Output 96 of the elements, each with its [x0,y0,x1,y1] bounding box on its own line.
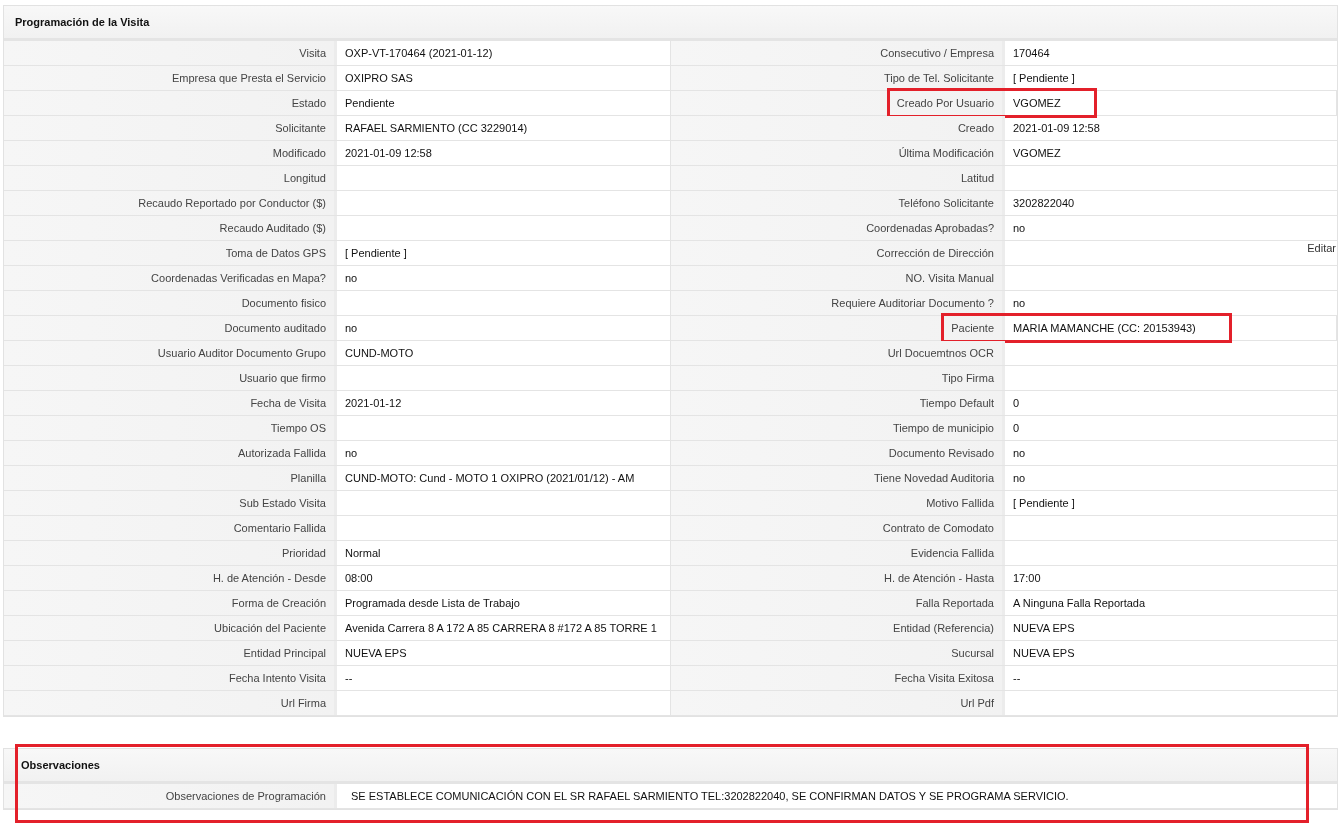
field-value: no [1013,297,1026,309]
field-value: no [345,322,358,334]
field-value: NUEVA EPS [1013,647,1075,659]
field-label: Entidad (Referencia) [893,622,994,634]
field-label: Tipo de Tel. Solicitante [883,72,994,84]
field-label: Fecha Intento Visita [228,672,326,684]
field-value: no [1013,222,1026,234]
field-label: Tipo Firma [941,372,994,384]
field-label: Empresa que Presta el Servicio [171,72,326,84]
field-label: H. de Atención - Desde [212,572,326,584]
field-value: CUND-MOTO: Cund - MOTO 1 OXIPRO (2021/01/12) - AM [345,472,635,484]
panel-title: Observaciones [21,759,100,771]
field-label: Comentario Fallida [233,522,326,534]
field-label: Planilla [290,472,326,484]
field-value: MARIA MAMANCHE (CC: 20153943) [1013,322,1196,334]
field-label: Tiempo OS [270,422,326,434]
field-value: Avenida Carrera 8 A 172 A 85 CARRERA 8 #172 A 85 TORRE 1 [345,622,657,634]
field-label: Creado [957,122,994,134]
field-label: Requiere Auditoriar Documento ? [831,297,994,309]
field-value: OXP-VT-170464 (2021-01-12) [345,47,493,59]
field-label: Tiempo Default [919,397,994,409]
panel-title: Programación de la Visita [15,16,150,28]
field-value: no [345,272,358,284]
field-value: no [1013,472,1026,484]
field-value: 170464 [1013,47,1050,59]
field-label: Última Modificación [898,147,994,159]
field-value: 17:00 [1013,572,1041,584]
field-value: 2021-01-12 [345,397,402,409]
field-label: Fecha de Visita [250,397,326,409]
field-label: Contrato de Comodato [882,522,994,534]
field-label: Entidad Principal [243,647,326,659]
field-value: VGOMEZ [1013,97,1061,109]
field-label: Consecutivo / Empresa [880,47,994,59]
field-label: Usuario que firmo [239,372,326,384]
field-value: CUND-MOTO [345,347,414,359]
field-label: Prioridad [281,547,326,559]
field-label: Coordenadas Verificadas en Mapa? [151,272,326,284]
field-value: A Ninguna Falla Reportada [1013,597,1146,609]
field-label: NO. Visita Manual [905,272,994,284]
field-label: Tiene Novedad Auditoria [873,472,994,484]
field-label: Corrección de Dirección [876,247,994,259]
field-label: Latitud [960,172,994,184]
field-value: 3202822040 [1013,197,1075,209]
field-label: Longitud [283,172,326,184]
field-label: Url Pdf [960,697,994,709]
field-label: Motivo Fallida [926,497,994,509]
field-label: Fecha Visita Exitosa [894,672,994,684]
field-value: VGOMEZ [1013,147,1061,159]
field-label: Evidencia Fallida [910,547,994,559]
field-label: Sucursal [951,647,994,659]
field-label: Url Docuemtnos OCR [887,347,994,359]
field-label: Falla Reportada [915,597,994,609]
field-value: 0 [1013,422,1020,434]
field-value: Programada desde Lista de Trabajo [345,597,520,609]
field-label: Sub Estado Visita [239,497,326,509]
field-label: Autorizada Fallida [237,447,326,459]
field-label: Coordenadas Aprobadas? [866,222,994,234]
field-value: NUEVA EPS [1013,622,1075,634]
field-value: NUEVA EPS [345,647,407,659]
field-label: Creado Por Usuario [896,97,994,109]
field-label: Modificado [272,147,326,159]
field-value: 0 [1013,397,1020,409]
field-label: Toma de Datos GPS [225,247,326,259]
field-label: H. de Atención - Hasta [883,572,994,584]
field-label: Documento auditado [224,322,326,334]
field-value: [ Pendiente ] [345,247,407,259]
field-label: Ubicación del Paciente [214,622,326,634]
field-label: Visita [299,47,326,59]
field-value: Pendiente [345,97,395,109]
field-value: 2021-01-09 12:58 [1013,122,1100,134]
field-value: -- [1013,672,1021,684]
field-value: OXIPRO SAS [345,72,413,84]
field-label: Usuario Auditor Documento Grupo [157,347,326,359]
field-value: no [1013,447,1026,459]
field-value: SE ESTABLECE COMUNICACIÓN CON EL SR RAFAEL SARMIENTO TEL:3202822040, SE CONFIRMAN DATOS Y SE PROGRAMA SERVICIO. [351,790,1069,802]
field-label: Estado [291,97,326,109]
field-label: Documento fisico [241,297,326,309]
field-value: [ Pendiente ] [1013,497,1075,509]
field-value: no [345,447,358,459]
field-label: Documento Revisado [888,447,994,459]
field-value: Normal [345,547,381,559]
field-value: RAFAEL SARMIENTO (CC 3229014) [345,122,528,134]
edit-link[interactable]: Editar [1307,242,1336,254]
field-value: [ Pendiente ] [1013,72,1075,84]
field-value: 08:00 [345,572,373,584]
field-label: Recaudo Auditado ($) [219,222,326,234]
field-label: Paciente [951,322,994,334]
field-label: Tiempo de municipio [892,422,994,434]
field-label: Forma de Creación [231,597,326,609]
field-label: Observaciones de Programación [165,790,326,802]
field-label: Url Firma [280,697,326,709]
field-label: Recaudo Reportado por Conductor ($) [138,197,326,209]
field-value: 2021-01-09 12:58 [345,147,432,159]
field-label: Solicitante [275,122,326,134]
field-label: Teléfono Solicitante [898,197,994,209]
field-value: -- [345,672,353,684]
